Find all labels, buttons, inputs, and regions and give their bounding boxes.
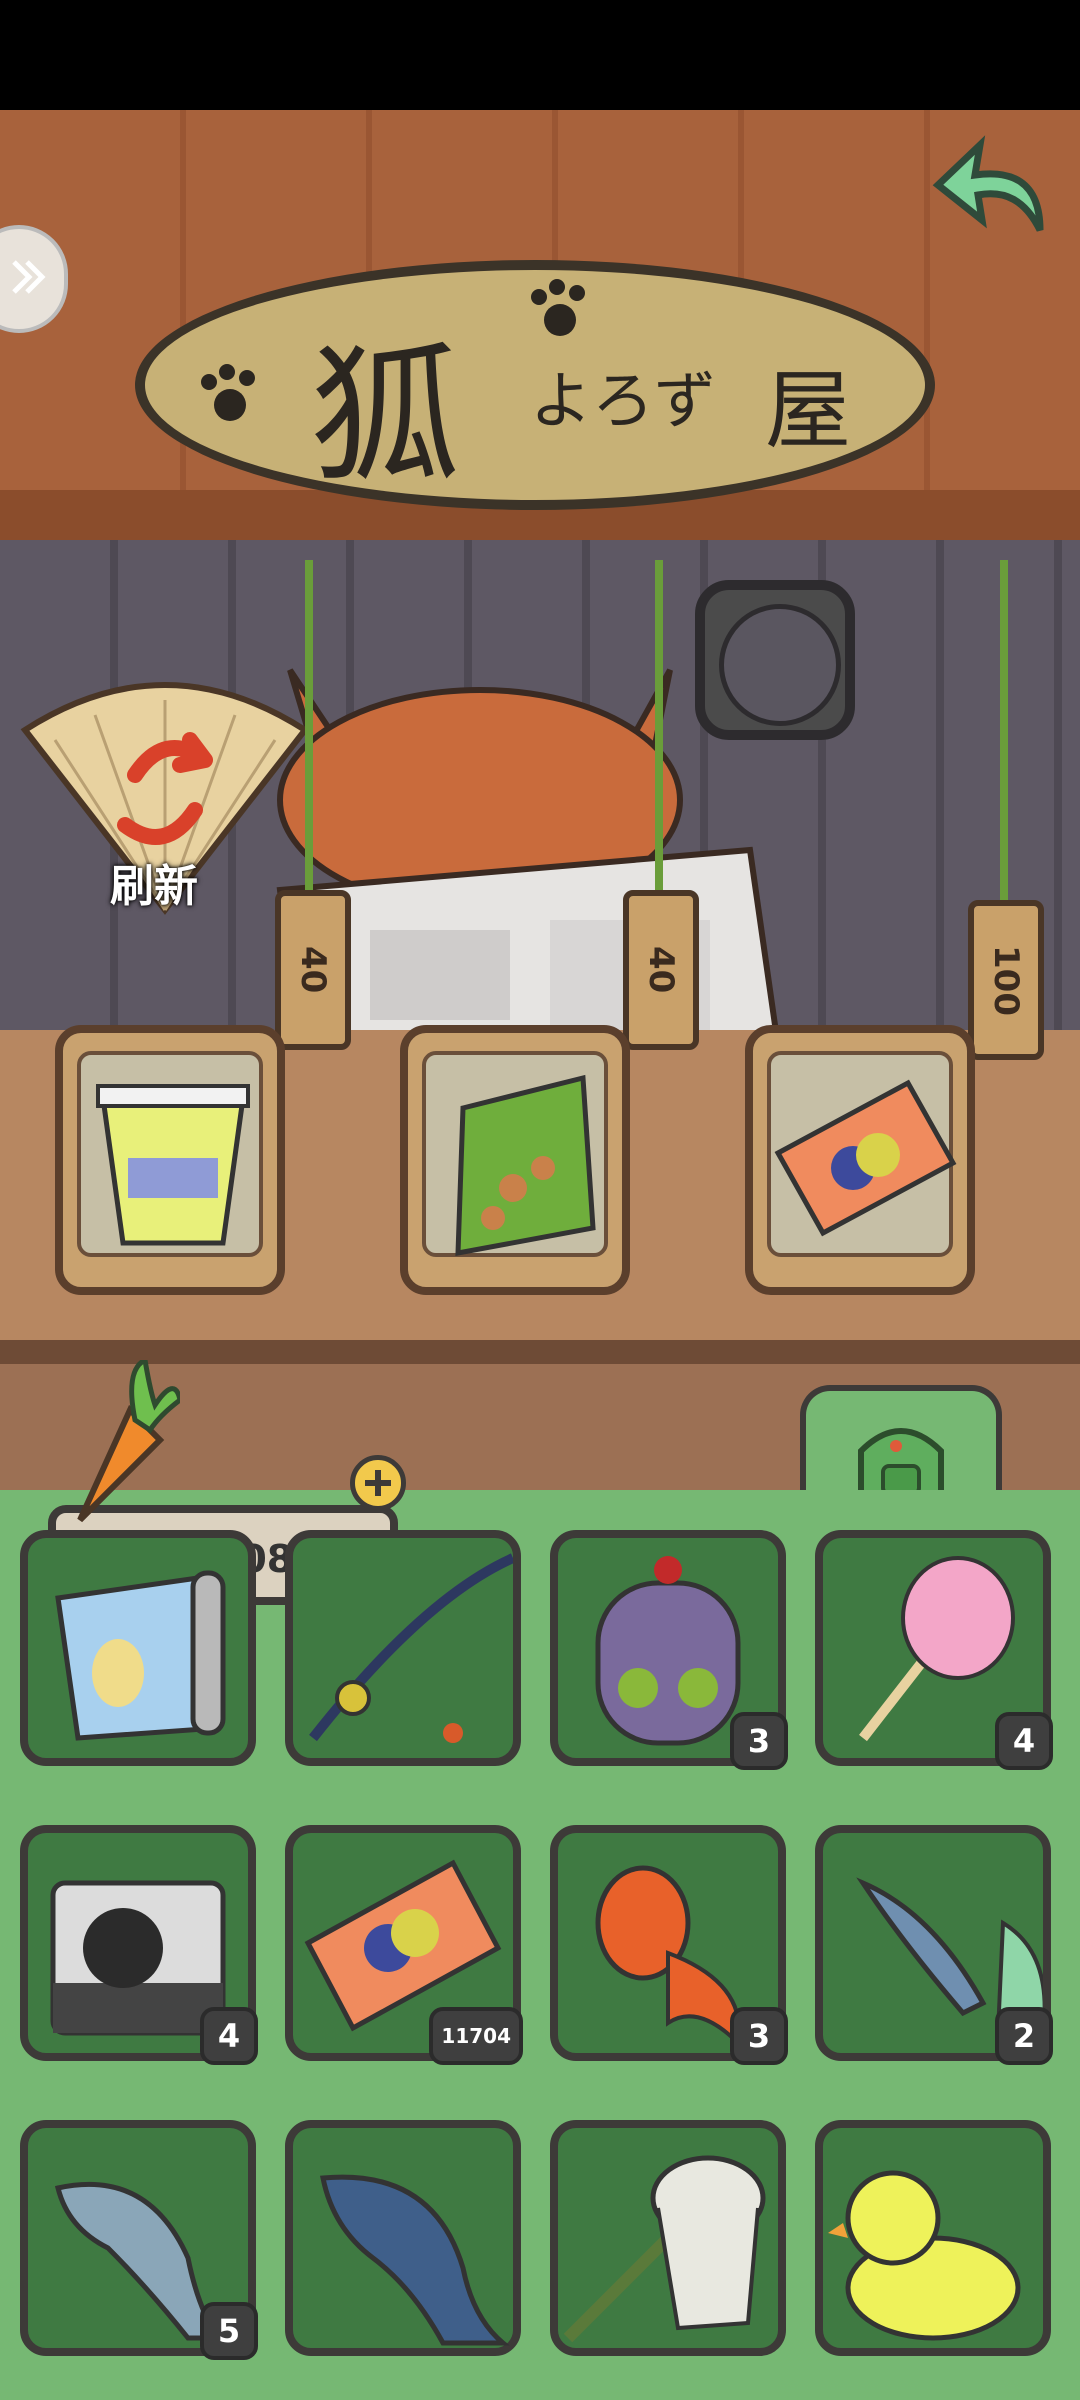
shop-item-ticket[interactable] bbox=[745, 1025, 975, 1295]
inventory-slot-fruit-jar[interactable]: 3 bbox=[550, 1530, 788, 1770]
sign-kana: よろず bbox=[530, 364, 717, 437]
back-arrow-icon bbox=[932, 135, 1044, 232]
map-scroll-icon bbox=[55, 1570, 226, 1741]
refresh-button[interactable]: 刷新 bbox=[15, 660, 315, 990]
cup-noodles-icon bbox=[96, 1084, 250, 1246]
item-count: 3 bbox=[730, 1712, 788, 1770]
inventory-slot-map-scroll[interactable] bbox=[20, 1530, 256, 1766]
item-count: 4 bbox=[995, 1712, 1053, 1770]
inventory-slot-ticket[interactable]: 11704 bbox=[285, 1825, 523, 2065]
carrot-icon bbox=[77, 1360, 180, 1523]
snack-bag-icon bbox=[455, 1074, 596, 1257]
price-tag-2: 40 bbox=[623, 890, 699, 1050]
inventory-slot-sardine[interactable]: 2 bbox=[815, 1825, 1053, 2065]
inventory-slot-rubber-duck[interactable] bbox=[815, 2120, 1051, 2356]
shop-scene: 狐 よろず 屋 刷新 40 40 100 3 4 4 11704 3 2 5 bbox=[0, 110, 1080, 2400]
item-count: 11704 bbox=[429, 2007, 523, 2065]
paw-print-icon bbox=[201, 364, 255, 421]
inventory-slot-fish[interactable]: 5 bbox=[20, 2120, 258, 2360]
shop-sign: 狐 よろず 屋 bbox=[135, 260, 935, 510]
double-chevron-icon bbox=[12, 260, 46, 294]
shop-item-snack-bag[interactable] bbox=[400, 1025, 630, 1295]
inventory-slot-instant-camera[interactable]: 4 bbox=[20, 1825, 258, 2065]
sign-kanji: 狐 bbox=[310, 330, 461, 504]
inventory-slot-net[interactable] bbox=[550, 2120, 786, 2356]
ticket-icon bbox=[774, 1079, 957, 1237]
tuna-icon bbox=[320, 2174, 510, 2346]
item-count: 3 bbox=[730, 2007, 788, 2065]
rubber-duck-icon bbox=[828, 2170, 1021, 2341]
price-tag-3: 100 bbox=[968, 900, 1044, 1060]
shop-item-cup-noodles[interactable] bbox=[55, 1025, 285, 1295]
inventory-slot-goldfish[interactable]: 3 bbox=[550, 1825, 788, 2065]
fishing-rod-icon bbox=[309, 1553, 516, 1743]
price-tag-1: 40 bbox=[275, 890, 351, 1050]
inventory-slot-tuna[interactable] bbox=[285, 2120, 521, 2356]
status-bar bbox=[0, 0, 1080, 110]
add-currency-button[interactable] bbox=[350, 1455, 406, 1511]
back-button[interactable] bbox=[930, 130, 1060, 240]
paw-print-icon bbox=[531, 279, 585, 336]
sign-end: 屋 bbox=[765, 361, 851, 461]
plus-icon bbox=[365, 1470, 391, 1496]
item-count: 5 bbox=[200, 2302, 258, 2360]
net-icon bbox=[563, 2155, 766, 2343]
refresh-label: 刷新 bbox=[110, 861, 198, 912]
inventory-slot-cotton-candy[interactable]: 4 bbox=[815, 1530, 1053, 1770]
inventory-slot-fishing-rod[interactable] bbox=[285, 1530, 521, 1766]
item-count: 2 bbox=[995, 2007, 1053, 2065]
item-count: 4 bbox=[200, 2007, 258, 2065]
